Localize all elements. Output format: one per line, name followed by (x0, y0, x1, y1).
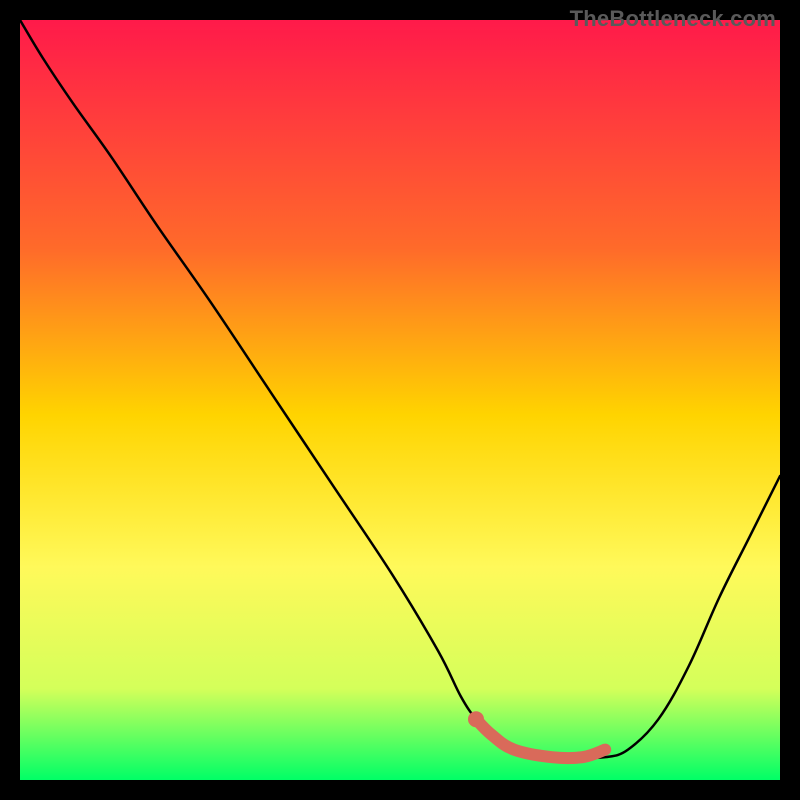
optimal-point-marker (468, 711, 484, 727)
chart-plot (20, 20, 780, 780)
chart-frame (20, 20, 780, 780)
gradient-background (20, 20, 780, 780)
